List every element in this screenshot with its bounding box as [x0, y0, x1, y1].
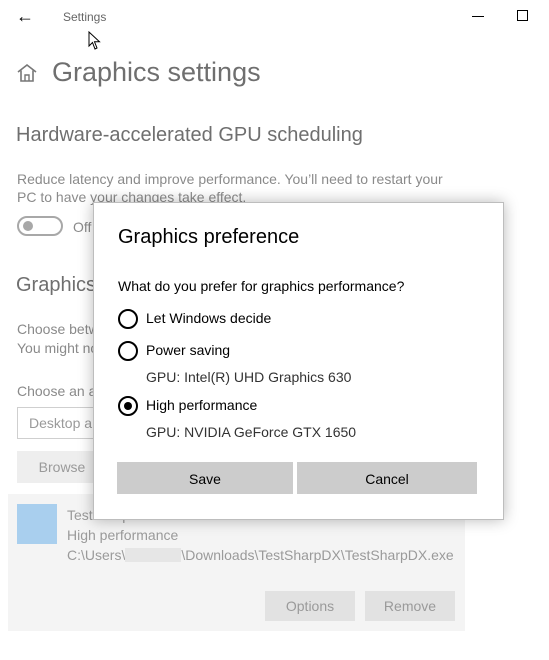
graphics-performance-desc-line2: You might no	[17, 340, 99, 356]
maximize-icon	[517, 10, 528, 21]
dialog-title: Graphics preference	[118, 226, 300, 248]
save-button[interactable]: Save	[117, 462, 293, 494]
app-type-value: Desktop a	[29, 415, 93, 431]
hags-description-line1: Reduce latency and improve performance. …	[17, 171, 443, 187]
option-label: High performance	[146, 397, 258, 413]
radio-let-windows-decide[interactable]	[118, 309, 138, 329]
window-title: Settings	[63, 10, 107, 24]
minimize-icon	[472, 16, 484, 17]
cancel-button[interactable]: Cancel	[297, 462, 477, 494]
option-label: Power saving	[146, 342, 231, 358]
app-path: C:\Users\ \Downloads\TestSharpDX\TestShar…	[67, 546, 454, 564]
back-button[interactable]: ←	[16, 6, 36, 26]
hags-toggle[interactable]	[17, 216, 63, 236]
maximize-button[interactable]	[515, 8, 531, 24]
options-button[interactable]: Options	[265, 591, 355, 621]
redacted-username	[125, 548, 182, 562]
high-performance-gpu: GPU: NVIDIA GeForce GTX 1650	[146, 424, 357, 440]
remove-button[interactable]: Remove	[365, 591, 455, 621]
option-label: Let Windows decide	[146, 310, 272, 326]
option-power-saving[interactable]: Power saving	[118, 340, 478, 362]
choose-app-label: Choose an a	[17, 383, 97, 399]
radio-power-saving[interactable]	[118, 341, 138, 361]
graphics-preference-dialog: Graphics preference What do you prefer f…	[93, 202, 504, 520]
home-icon[interactable]	[16, 63, 38, 83]
mouse-cursor-icon	[88, 31, 101, 50]
hags-toggle-state: Off	[73, 219, 92, 235]
dialog-question: What do you prefer for graphics performa…	[118, 278, 405, 294]
app-path-suffix: \Downloads\TestSharpDX\TestSharpDX.exe	[181, 547, 454, 563]
graphics-performance-desc-line1: Choose betw	[17, 321, 99, 337]
graphics-performance-heading: Graphics	[16, 274, 97, 296]
radio-high-performance[interactable]	[118, 396, 138, 416]
page-title: Graphics settings	[52, 57, 261, 87]
minimize-button[interactable]	[470, 6, 486, 26]
option-high-performance[interactable]: High performance	[118, 395, 478, 417]
option-let-windows-decide[interactable]: Let Windows decide	[118, 308, 478, 330]
app-icon	[17, 504, 57, 544]
toggle-knob	[23, 221, 33, 231]
hags-heading: Hardware-accelerated GPU scheduling	[16, 124, 363, 146]
power-saving-gpu: GPU: Intel(R) UHD Graphics 630	[146, 369, 352, 385]
radio-selected-dot	[124, 402, 132, 410]
app-path-prefix: C:\Users\	[67, 547, 126, 563]
app-preference: High performance	[67, 527, 179, 543]
